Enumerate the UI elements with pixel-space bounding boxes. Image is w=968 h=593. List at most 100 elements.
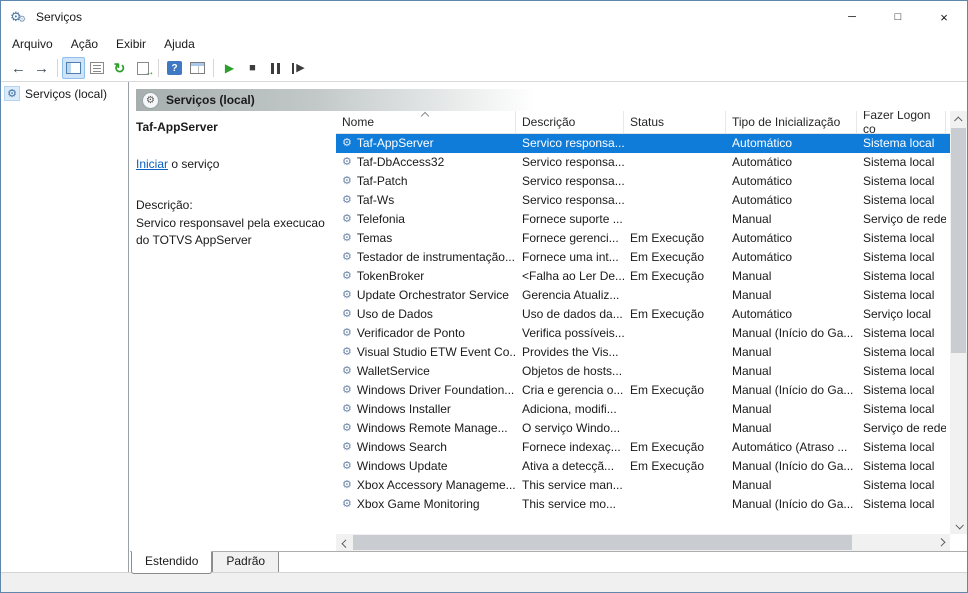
menu-exibir[interactable]: Exibir — [107, 35, 155, 53]
cell-description: <Falha ao Ler De... — [522, 269, 624, 283]
horizontal-scroll-thumb[interactable] — [353, 535, 852, 550]
close-button[interactable]: × — [921, 1, 967, 33]
cell-startup-type: Manual — [732, 421, 772, 435]
cell-description: This service man... — [522, 478, 623, 492]
cell-name: ⚙ Telefonia — [336, 210, 516, 229]
service-row[interactable]: ⚙ Telefonia Fornece suporte ... Manual Servi… — [336, 210, 950, 229]
column-header-3[interactable]: Tipo de Inicialização — [726, 111, 857, 133]
scroll-left-button[interactable] — [336, 534, 353, 551]
export-list-button[interactable] — [131, 57, 155, 79]
cell-logon-as: Sistema local — [863, 402, 935, 416]
service-row[interactable]: ⚙ Windows Update Ativa a detecçã... Em Exec… — [336, 457, 950, 476]
cell-description: Servico responsa... — [522, 155, 624, 169]
cell-description: Ativa a detecçã... — [522, 459, 615, 473]
pause-service-button[interactable] — [264, 57, 287, 79]
menu-arquivo[interactable]: Arquivo — [3, 35, 62, 53]
list-view-button[interactable] — [85, 57, 108, 79]
service-name-text: Taf-AppServer — [356, 136, 434, 150]
service-row[interactable]: ⚙ Windows Search Fornece indexaç... Em Exec… — [336, 438, 950, 457]
vertical-scroll-thumb[interactable] — [951, 128, 966, 353]
service-row[interactable]: ⚙ Xbox Game Monitoring This service mo... M… — [336, 495, 950, 514]
service-row[interactable]: ⚙ Update Orchestrator Service Gerencia Atu… — [336, 286, 950, 305]
service-row[interactable]: ⚙ Windows Installer Adiciona, modifi... Man… — [336, 400, 950, 419]
cell-logon-as: Serviço de rede — [863, 421, 946, 435]
chevron-left-icon — [340, 538, 350, 548]
cell-status — [624, 419, 726, 438]
restart-service-button[interactable]: ▶ — [287, 57, 310, 79]
service-gear-icon: ⚙ — [342, 422, 352, 434]
tree-item-services-local[interactable]: ⚙ Serviços (local) — [1, 82, 128, 105]
service-name-text: Windows Installer — [356, 402, 451, 416]
service-row[interactable]: ⚙ Temas Fornece gerenci... Em Execução Autom… — [336, 229, 950, 248]
minimize-button[interactable]: ─ — [829, 1, 875, 33]
cell-name: ⚙ Windows Driver Foundation... — [336, 381, 516, 400]
cell-status: Em Execução — [630, 269, 705, 283]
service-row[interactable]: ⚙ Windows Remote Manage... O serviço Windo… — [336, 419, 950, 438]
scroll-down-button[interactable] — [950, 517, 967, 534]
service-gear-icon: ⚙ — [342, 232, 352, 244]
menu-acao[interactable]: Ação — [62, 35, 107, 53]
service-name-text: Update Orchestrator Service — [356, 288, 509, 302]
cell-logon-as: Sistema local — [863, 174, 935, 188]
cell-name: ⚙ Taf-Patch — [336, 172, 516, 191]
service-row[interactable]: ⚙ Verificador de Ponto Verifica possíveis.… — [336, 324, 950, 343]
back-button[interactable]: ← — [7, 57, 30, 79]
forward-button[interactable]: → — [30, 57, 53, 79]
cell-description: Servico responsa... — [522, 174, 624, 188]
cell-status — [624, 495, 726, 514]
cell-status — [624, 400, 726, 419]
service-gear-icon: ⚙ — [342, 384, 352, 396]
service-row[interactable]: ⚙ Taf-Patch Servico responsa... Automático S… — [336, 172, 950, 191]
column-header-label: Fazer Logon co — [863, 111, 931, 136]
tree-item-label: Serviços (local) — [25, 86, 108, 101]
view-tabs: Estendido Padrão — [130, 551, 967, 574]
service-row[interactable]: ⚙ WalletService Objetos de hosts... Manual S… — [336, 362, 950, 381]
show-console-tree-button[interactable] — [62, 57, 85, 79]
cell-name: ⚙ Taf-AppServer — [336, 134, 516, 153]
horizontal-scroll-track[interactable] — [353, 534, 933, 551]
vertical-scrollbar[interactable] — [950, 111, 967, 534]
service-name-text: Taf-DbAccess32 — [356, 155, 445, 169]
table-view-icon — [190, 62, 205, 74]
service-row[interactable]: ⚙ TokenBroker <Falha ao Ler De... Em Execuç… — [336, 267, 950, 286]
help-button[interactable]: ? — [163, 57, 186, 79]
stop-service-button[interactable]: ■ — [241, 57, 264, 79]
cell-status: Em Execução — [630, 459, 705, 473]
service-row[interactable]: ⚙ Visual Studio ETW Event Co... Provides t… — [336, 343, 950, 362]
tab-estendido[interactable]: Estendido — [131, 551, 213, 574]
maximize-button[interactable]: □ — [875, 1, 921, 33]
list-icon — [89, 62, 104, 74]
pane-header-band: ⚙ Serviços (local) — [136, 89, 967, 111]
start-service-link[interactable]: Iniciar — [136, 157, 168, 171]
extended-view-button[interactable] — [186, 57, 209, 79]
service-name-text: Taf-Patch — [356, 174, 408, 188]
service-name-text: Windows Driver Foundation... — [356, 383, 515, 397]
service-row[interactable]: ⚙ Taf-DbAccess32 Servico responsa... Automá… — [336, 153, 950, 172]
service-row[interactable]: ⚙ Testador de instrumentação... Fornece um… — [336, 248, 950, 267]
column-header-2[interactable]: Status — [624, 111, 726, 133]
service-row[interactable]: ⚙ Xbox Accessory Manageme... This service … — [336, 476, 950, 495]
horizontal-scrollbar[interactable] — [336, 534, 950, 551]
column-header-1[interactable]: Descrição — [516, 111, 624, 133]
refresh-button[interactable]: ↻ — [108, 57, 131, 79]
titlebar: ⚙ ⚙ Serviços ─ □ × — [1, 1, 967, 33]
start-service-button[interactable]: ▶ — [218, 57, 241, 79]
service-row[interactable]: ⚙ Taf-Ws Servico responsa... Automático Sist… — [336, 191, 950, 210]
cell-description: Adiciona, modifi... — [522, 402, 617, 416]
band-services-icon: ⚙ — [142, 91, 159, 109]
cell-startup-type: Manual (Início do Ga... — [732, 326, 854, 340]
tab-padrao[interactable]: Padrão — [212, 552, 280, 574]
cell-logon-as: Sistema local — [863, 440, 935, 454]
scroll-right-button[interactable] — [933, 534, 950, 551]
service-row[interactable]: ⚙ Uso de Dados Uso de dados da... Em Execuç… — [336, 305, 950, 324]
description-label: Descrição: — [136, 198, 193, 212]
menu-ajuda[interactable]: Ajuda — [155, 35, 204, 53]
cell-status — [624, 153, 726, 172]
scroll-up-button[interactable] — [950, 111, 967, 128]
service-gear-icon: ⚙ — [342, 251, 352, 263]
service-row[interactable]: ⚙ Windows Driver Foundation... Cria e gere… — [336, 381, 950, 400]
service-row[interactable]: ⚙ Taf-AppServer Servico responsa... Automát… — [336, 134, 950, 153]
column-header-0[interactable]: Nome — [336, 111, 516, 133]
cell-description: O serviço Windo... — [522, 421, 621, 435]
column-header-4[interactable]: Fazer Logon co — [857, 111, 946, 136]
